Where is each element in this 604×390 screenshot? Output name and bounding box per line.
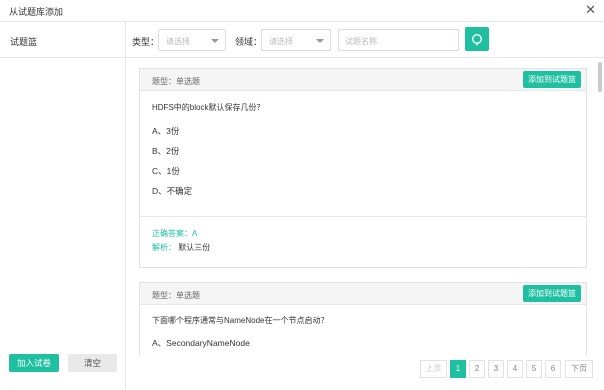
question-text: 下面哪个程序通常与NameNode在一个节点启动？ (152, 316, 329, 325)
page-button-3[interactable]: 3 (488, 360, 504, 378)
basket-panel (0, 58, 126, 390)
add-to-paper-button[interactable]: 加入试卷 (9, 354, 59, 372)
question-text: HDFS中的block默认保存几份？ (152, 103, 265, 112)
question-option: B、2份 (152, 146, 180, 156)
search-input-placeholder: 试题名称 (345, 37, 377, 46)
question-card-header: 题型：单选题 添加到试题篮 (140, 69, 586, 91)
type-select-placeholder: 请选择 (166, 37, 190, 46)
question-type: 题型：单选题 (152, 77, 200, 86)
add-to-basket-button[interactable]: 添加到试题篮 (523, 285, 581, 302)
question-type: 题型：单选题 (152, 291, 200, 300)
page-button-1[interactable]: 1 (450, 360, 466, 378)
add-from-bank-dialog: 从试题库添加 ✕ 试题篮 类型： 请选择 领域： 请选择 试题名称 题型：单选题… (0, 0, 604, 390)
domain-label: 领域： (235, 37, 263, 47)
question-card: 题型：单选题 添加到试题篮 HDFS中的block默认保存几份？ A、3份 B、… (139, 68, 587, 268)
add-to-basket-button[interactable]: 添加到试题篮 (523, 71, 581, 88)
search-icon (471, 33, 483, 46)
page-button-4[interactable]: 4 (507, 360, 523, 378)
analysis-text: 默认三份 (178, 243, 211, 252)
pagination: 上页 1 2 3 4 5 6 下页 (420, 360, 596, 378)
page-button-2[interactable]: 2 (469, 360, 485, 378)
filter-bar: 类型： 请选择 领域： 请选择 试题名称 (126, 22, 604, 58)
page-button-5[interactable]: 5 (526, 360, 542, 378)
dialog-title-bar: 从试题库添加 ✕ (0, 0, 604, 22)
type-select[interactable]: 请选择 (158, 29, 226, 51)
domain-select[interactable]: 请选择 (261, 29, 331, 51)
prev-page-button[interactable]: 上页 (420, 360, 447, 378)
card-divider (140, 216, 586, 217)
analysis: 解析： 默认三份 (152, 242, 210, 253)
clear-button[interactable]: 清空 (68, 354, 117, 372)
analysis-label: 解析： (152, 243, 176, 252)
correct-answer: 正确答案：A (152, 229, 198, 238)
basket-title: 试题篮 (10, 37, 38, 47)
question-option: D、不确定 (152, 186, 193, 196)
question-option: A、SecondaryNameNode (152, 338, 250, 348)
chevron-down-icon (316, 39, 324, 43)
next-page-button[interactable]: 下页 (565, 360, 593, 378)
scrollbar[interactable] (598, 62, 602, 92)
dialog-title: 从试题库添加 (9, 7, 64, 17)
question-card: 题型：单选题 添加到试题篮 下面哪个程序通常与NameNode在一个节点启动？ … (139, 282, 587, 356)
question-list: 题型：单选题 添加到试题篮 HDFS中的block默认保存几份？ A、3份 B、… (126, 58, 604, 356)
basket-header: 试题篮 (0, 22, 126, 58)
page-button-6[interactable]: 6 (545, 360, 561, 378)
question-option: A、3份 (152, 126, 180, 136)
search-input[interactable]: 试题名称 (338, 29, 459, 51)
search-button[interactable] (465, 27, 489, 51)
chevron-down-icon (211, 39, 219, 43)
type-label: 类型： (132, 37, 160, 47)
question-card-header: 题型：单选题 添加到试题篮 (140, 283, 586, 305)
close-icon[interactable]: ✕ (585, 3, 596, 17)
domain-select-placeholder: 请选择 (269, 37, 293, 46)
question-option: C、1份 (152, 166, 180, 176)
